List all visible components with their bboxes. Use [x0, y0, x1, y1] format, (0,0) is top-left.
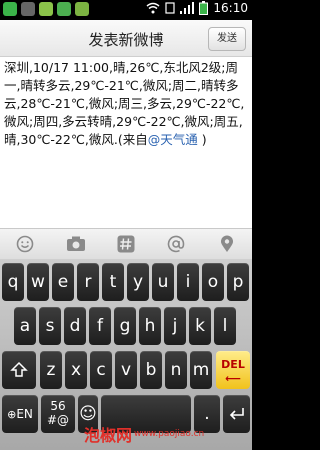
key-i[interactable]: i [177, 263, 199, 301]
phone-icon [75, 2, 89, 16]
key-r[interactable]: r [77, 263, 99, 301]
keyboard-row-2: a s d f g h j k l [0, 307, 252, 351]
signal-icon [180, 2, 195, 14]
send-button[interactable]: 发送 [208, 27, 246, 51]
shift-arrow-icon [10, 361, 28, 377]
notification-icons [3, 2, 89, 16]
keyboard-row-3: z x c v b n m DEL ⟵ [0, 351, 252, 395]
key-p[interactable]: p [227, 263, 249, 301]
key-g[interactable]: g [114, 307, 136, 345]
compose-text[interactable]: 深圳,10/17 11:00,晴,26℃,东北风2级;周一,晴转多云,29℃-2… [4, 59, 248, 149]
compose-toolbar [0, 228, 252, 259]
key-s[interactable]: s [39, 307, 61, 345]
soft-keyboard: q w e r t y u i o p a s d f g h j k l z … [0, 259, 252, 450]
battery-icon [199, 1, 209, 15]
key-b[interactable]: b [140, 351, 162, 389]
enter-key[interactable] [223, 395, 250, 433]
title-bar: 发表新微博 发送 [0, 20, 252, 57]
enter-arrow-icon [229, 408, 244, 420]
symbols-key[interactable]: 56 #@ [41, 395, 75, 433]
key-z[interactable]: z [40, 351, 62, 389]
topic-hash-icon[interactable] [116, 234, 136, 254]
shift-key[interactable] [2, 351, 36, 389]
key-o[interactable]: o [202, 263, 224, 301]
language-switch-key[interactable]: ⊕EN [2, 395, 38, 433]
key-y[interactable]: y [127, 263, 149, 301]
key-f[interactable]: f [89, 307, 111, 345]
key-v[interactable]: v [115, 351, 137, 389]
wechat-icon [3, 2, 17, 16]
key-n[interactable]: n [165, 351, 187, 389]
delete-key[interactable]: DEL ⟵ [216, 351, 250, 389]
keyboard-row-1: q w e r t y u i o p [0, 263, 252, 307]
backspace-arrow-icon: ⟵ [225, 372, 241, 385]
watermark-brand: 泡椒网 [84, 426, 133, 445]
compose-tail: ) [197, 132, 207, 147]
key-h[interactable]: h [139, 307, 161, 345]
sim-icon [165, 2, 176, 14]
key-c[interactable]: c [90, 351, 112, 389]
key-q[interactable]: q [2, 263, 24, 301]
emoji-icon[interactable] [15, 234, 35, 254]
delete-label: DEL [221, 358, 245, 371]
key-d[interactable]: d [64, 307, 86, 345]
camera-icon[interactable] [66, 234, 86, 254]
robot-icon [39, 2, 53, 16]
key-t[interactable]: t [102, 263, 124, 301]
key-w[interactable]: w [27, 263, 49, 301]
site-watermark: 泡椒网 www.paojiao.cn [84, 422, 204, 446]
key-a[interactable]: a [14, 307, 36, 345]
clock: 16:10 [213, 1, 248, 15]
key-l[interactable]: l [214, 307, 236, 345]
location-icon[interactable] [217, 234, 237, 254]
compose-area[interactable]: 深圳,10/17 11:00,晴,26℃,东北风2级;周一,晴转多云,29℃-2… [0, 57, 252, 277]
at-icon[interactable] [166, 234, 186, 254]
weather-app-link[interactable]: @天气通 [148, 132, 198, 147]
usb-icon [21, 2, 35, 16]
key-k[interactable]: k [189, 307, 211, 345]
key-u[interactable]: u [152, 263, 174, 301]
key-j[interactable]: j [164, 307, 186, 345]
globe-icon: ⊕ [7, 408, 17, 421]
key-e[interactable]: e [52, 263, 74, 301]
key-m[interactable]: m [190, 351, 212, 389]
wifi-icon [146, 2, 160, 14]
status-bar: 16:10 [0, 0, 252, 20]
compose-body: 深圳,10/17 11:00,晴,26℃,东北风2级;周一,晴转多云,29℃-2… [4, 60, 245, 147]
leaf-icon [57, 2, 71, 16]
language-label: EN [16, 407, 33, 421]
key-x[interactable]: x [65, 351, 87, 389]
watermark-url: www.paojiao.cn [134, 429, 205, 439]
